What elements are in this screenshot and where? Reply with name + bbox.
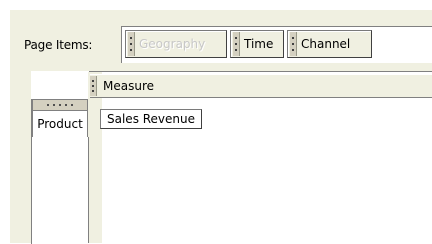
drag-handle-icon[interactable] [90,76,97,96]
column-dimension-measure[interactable]: Measure [90,74,432,98]
row-dimension-product[interactable]: Product [32,111,88,138]
page-items-drop-zone[interactable]: Geography Time Channel [121,26,432,63]
row-headers-column [32,137,89,243]
measure-value-label: Sales Revenue [107,112,196,126]
row-dimension-drag-handle[interactable] [32,99,88,111]
drag-handle-icon[interactable] [128,32,135,56]
column-dimension-label: Measure [103,79,154,93]
drag-handle-icon[interactable] [233,32,240,56]
row-dimension-label: Product [37,117,83,131]
measure-value-sales-revenue[interactable]: Sales Revenue [100,109,203,129]
page-item-time[interactable]: Time [230,30,284,58]
page-item-label: Geography [139,37,206,51]
crosstab-corner-cell [31,71,89,99]
page-items-label: Page Items: [24,38,93,52]
page-item-channel[interactable]: Channel [287,30,372,58]
drag-handle-icon[interactable] [290,32,297,56]
page-item-geography[interactable]: Geography [125,30,227,58]
page-item-label: Time [244,37,274,51]
page-item-label: Channel [301,37,351,51]
